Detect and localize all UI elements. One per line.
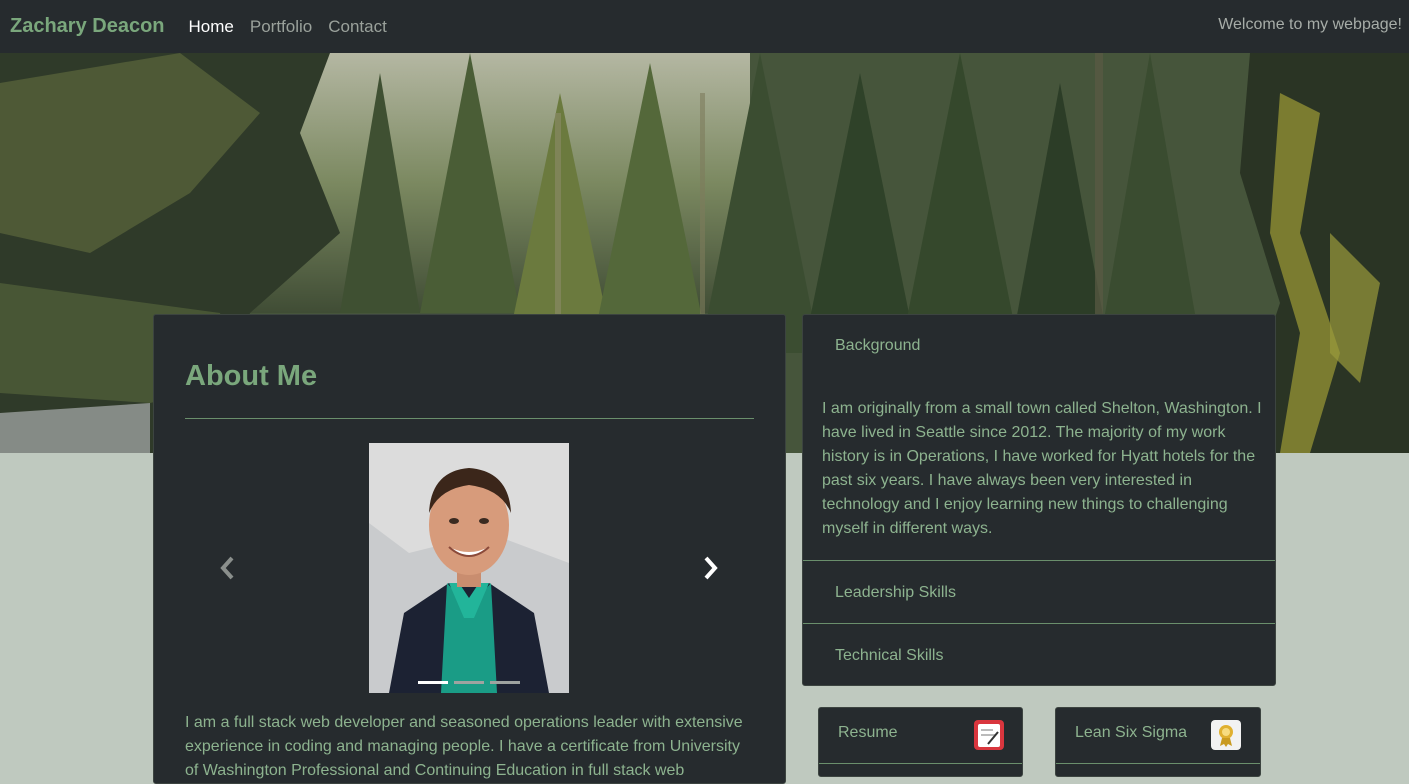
photo-carousel — [185, 443, 754, 693]
info-accordion: Background I am originally from a small … — [802, 314, 1276, 686]
top-navbar: Zachary Deacon Home Portfolio Contact We… — [0, 0, 1409, 53]
profile-photo — [369, 443, 569, 693]
carousel-indicator-3[interactable] — [490, 681, 520, 684]
nav-link-contact[interactable]: Contact — [328, 17, 387, 37]
lean-six-sigma-label: Lean Six Sigma — [1075, 724, 1188, 741]
resume-label: Resume — [838, 724, 898, 741]
tile-divider — [819, 763, 1022, 764]
tile-divider — [1056, 763, 1260, 764]
accordion-background-body: I am originally from a small town called… — [822, 400, 1262, 537]
certificate-icon — [1211, 720, 1241, 750]
carousel-indicators — [418, 681, 520, 684]
nav-link-portfolio[interactable]: Portfolio — [250, 17, 312, 37]
resume-tile[interactable]: Resume — [818, 707, 1023, 777]
about-me-heading: About Me — [185, 360, 318, 392]
accordion-divider — [803, 560, 1275, 561]
carousel-next-button[interactable] — [703, 555, 719, 588]
brand-name[interactable]: Zachary Deacon — [10, 15, 165, 38]
accordion-background-header[interactable]: Background — [835, 337, 920, 355]
accordion-leadership-header[interactable]: Leadership Skills — [835, 584, 956, 602]
about-me-card: About Me I am a full stack web developer… — [153, 314, 786, 784]
welcome-text: Welcome to my webpage! — [1218, 16, 1402, 33]
lean-six-sigma-tile[interactable]: Lean Six Sigma — [1055, 707, 1261, 777]
resume-icon — [974, 720, 1004, 750]
carousel-prev-button[interactable] — [219, 555, 235, 588]
carousel-indicator-1[interactable] — [418, 681, 448, 684]
nav-link-home[interactable]: Home — [189, 17, 234, 37]
accordion-divider — [803, 623, 1275, 624]
carousel-indicator-2[interactable] — [454, 681, 484, 684]
accordion-technical-header[interactable]: Technical Skills — [835, 647, 943, 665]
about-me-text: I am a full stack web developer and seas… — [185, 714, 743, 779]
heading-divider — [185, 418, 754, 419]
